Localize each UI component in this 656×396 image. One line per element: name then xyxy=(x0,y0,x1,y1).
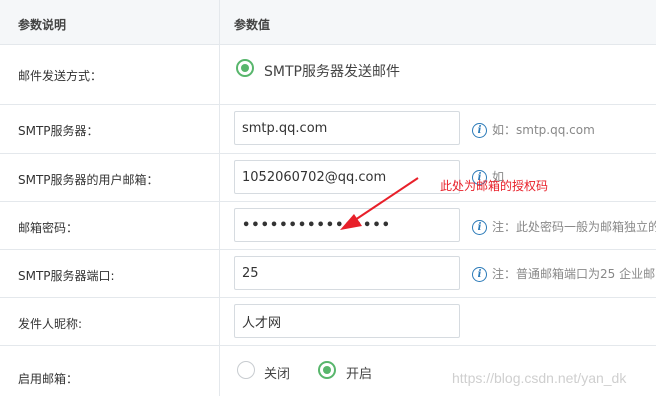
annotation-text: 此处为邮箱的授权码 xyxy=(440,179,549,193)
arrow-shaft xyxy=(351,177,419,223)
watermark: https://blog.csdn.net/yan_dk xyxy=(452,370,627,386)
annotation-arrow xyxy=(340,177,419,230)
